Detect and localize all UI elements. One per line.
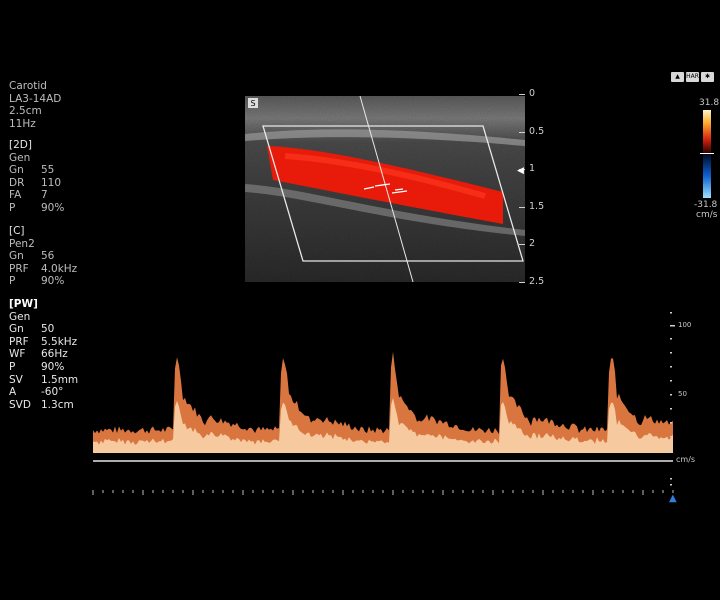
velocity-tick [670,325,675,327]
velocity-tick [670,338,672,340]
twod-param-value: 110 [41,176,62,189]
twod-param-key: P [9,201,16,214]
color-mode: Pen2 [9,237,35,250]
twod-params: [2D] Gen Gn 55 DR 110 FA 7 P 90% [9,139,64,215]
depth-tick [519,281,525,283]
spectrum-gap [93,453,673,457]
color-scale-unit: cm/s [696,210,718,220]
depth-tick [519,94,525,95]
velocity-tick [670,450,672,452]
status-icons: ▲ HAR ✱ [671,72,714,82]
color-param-value: 56 [41,250,55,263]
twod-param-key: Gn [9,164,24,177]
color-params: [C] Pen2 Gn 56 PRF 4.0kHz P 90% [9,225,77,288]
velocity-tick [670,408,672,410]
color-scale-min: -31.8 [694,200,718,210]
color-scale-max: 31.8 [699,98,720,108]
twod-param-key: FA [9,189,22,202]
twod-param-row: P 90% [9,202,64,215]
depth-value: 2.5cm [9,105,42,118]
doppler-spectrum [92,312,675,495]
preset-info: Carotid LA3-14AD 2.5cm 11Hz [9,80,61,130]
velocity-tick [670,352,672,354]
twod-param-row: FA 7 [9,189,64,202]
depth-tick [519,131,525,133]
color-param-row: PRF 4.0kHz [9,263,77,276]
focus-marker-icon[interactable]: ◀ [517,166,524,176]
color-param-row: P 90% [9,275,77,288]
twod-param-key: DR [9,176,25,189]
twod-param-value: 90% [41,201,65,214]
depth-tick [519,244,525,245]
frame-rate: 11Hz [9,117,36,130]
twod-param-row: Gn 55 [9,164,64,177]
color-scale-bar [703,110,711,198]
depth-tick [519,206,525,208]
image-marker: S [250,99,255,108]
color-param-key: Gn [9,250,24,263]
color-param-value: 90% [41,275,65,288]
twod-param-value: 7 [41,189,48,202]
twod-param-value: 55 [41,164,55,177]
velocity-tick [670,366,672,368]
bmode-image: S [245,96,525,282]
depth-label: 0 [529,88,536,99]
depth-label: 1 [529,163,536,174]
har-icon[interactable]: HAR [686,72,699,82]
gear-icon[interactable]: ✱ [701,72,714,82]
image-icon[interactable]: ▲ [671,72,684,82]
velocity-tick [670,436,672,438]
baseline-triangle-icon[interactable]: ▲ [669,493,677,504]
velocity-tick [670,394,672,396]
color-param-row: Gn 56 [9,250,77,263]
velocity-tick [670,312,672,314]
depth-label: 1.5 [529,200,545,212]
color-header: [C] [9,225,25,237]
color-param-key: P [9,275,16,288]
preset-name: Carotid [9,80,47,92]
velocity-tick [670,422,672,424]
doppler-unit: cm/s [676,455,696,464]
depth-label: 0.5 [529,125,545,137]
velocity-mark-50: 50 [678,390,687,398]
velocity-tick [670,484,672,486]
color-baseline [700,153,714,154]
twod-mode: Gen [9,151,31,164]
depth-label: 2.5 [529,275,545,287]
velocity-tick [670,478,672,480]
velocity-tick [670,380,672,382]
velocity-mark-100: 100 [678,321,692,329]
color-param-value: 4.0kHz [41,262,78,275]
twod-param-row: DR 110 [9,177,64,190]
twod-header: [2D] [9,139,32,151]
depth-label: 2 [529,238,536,249]
probe-name: LA3-14AD [9,92,62,105]
color-param-key: PRF [9,262,29,275]
